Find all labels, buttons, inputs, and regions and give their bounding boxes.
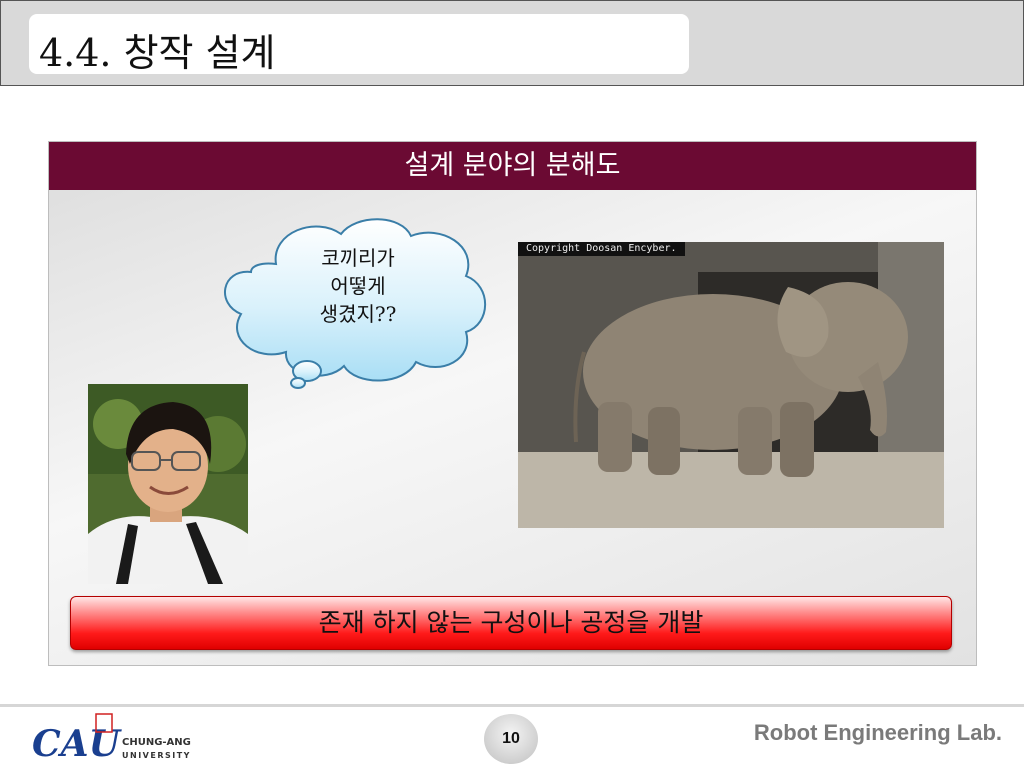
university-name-line1: CHUNG-ANG	[122, 737, 191, 748]
university-logo: CAU CHUNG-ANG UNIVERSITY	[30, 712, 200, 765]
lab-name: Robot Engineering Lab.	[753, 720, 1002, 745]
university-name-line2: UNIVERSITY	[122, 751, 191, 760]
copyright-label: Copyright Doosan Encyber.	[518, 242, 685, 256]
slide-title: 4.4. 창작 설계	[39, 31, 276, 75]
person-photo	[88, 384, 248, 584]
logo-text: CAU	[32, 723, 123, 764]
footer-divider	[0, 704, 1024, 707]
thought-bubble: 코끼리가 어떻게 생겼지??	[216, 214, 492, 392]
title-box: 4.4. 창작 설계	[29, 14, 689, 75]
page-number: 10	[484, 714, 538, 764]
thought-text: 코끼리가 어떻게 생겼지??	[319, 246, 397, 326]
summary-bar: 존재 하지 않는 구성이나 공정을 개발	[70, 596, 952, 650]
slide-header: 4.4. 창작 설계	[0, 0, 1024, 86]
panel-header: 설계 분야의 분해도	[49, 142, 976, 190]
elephant-photo: Copyright Doosan Encyber.	[518, 242, 944, 528]
